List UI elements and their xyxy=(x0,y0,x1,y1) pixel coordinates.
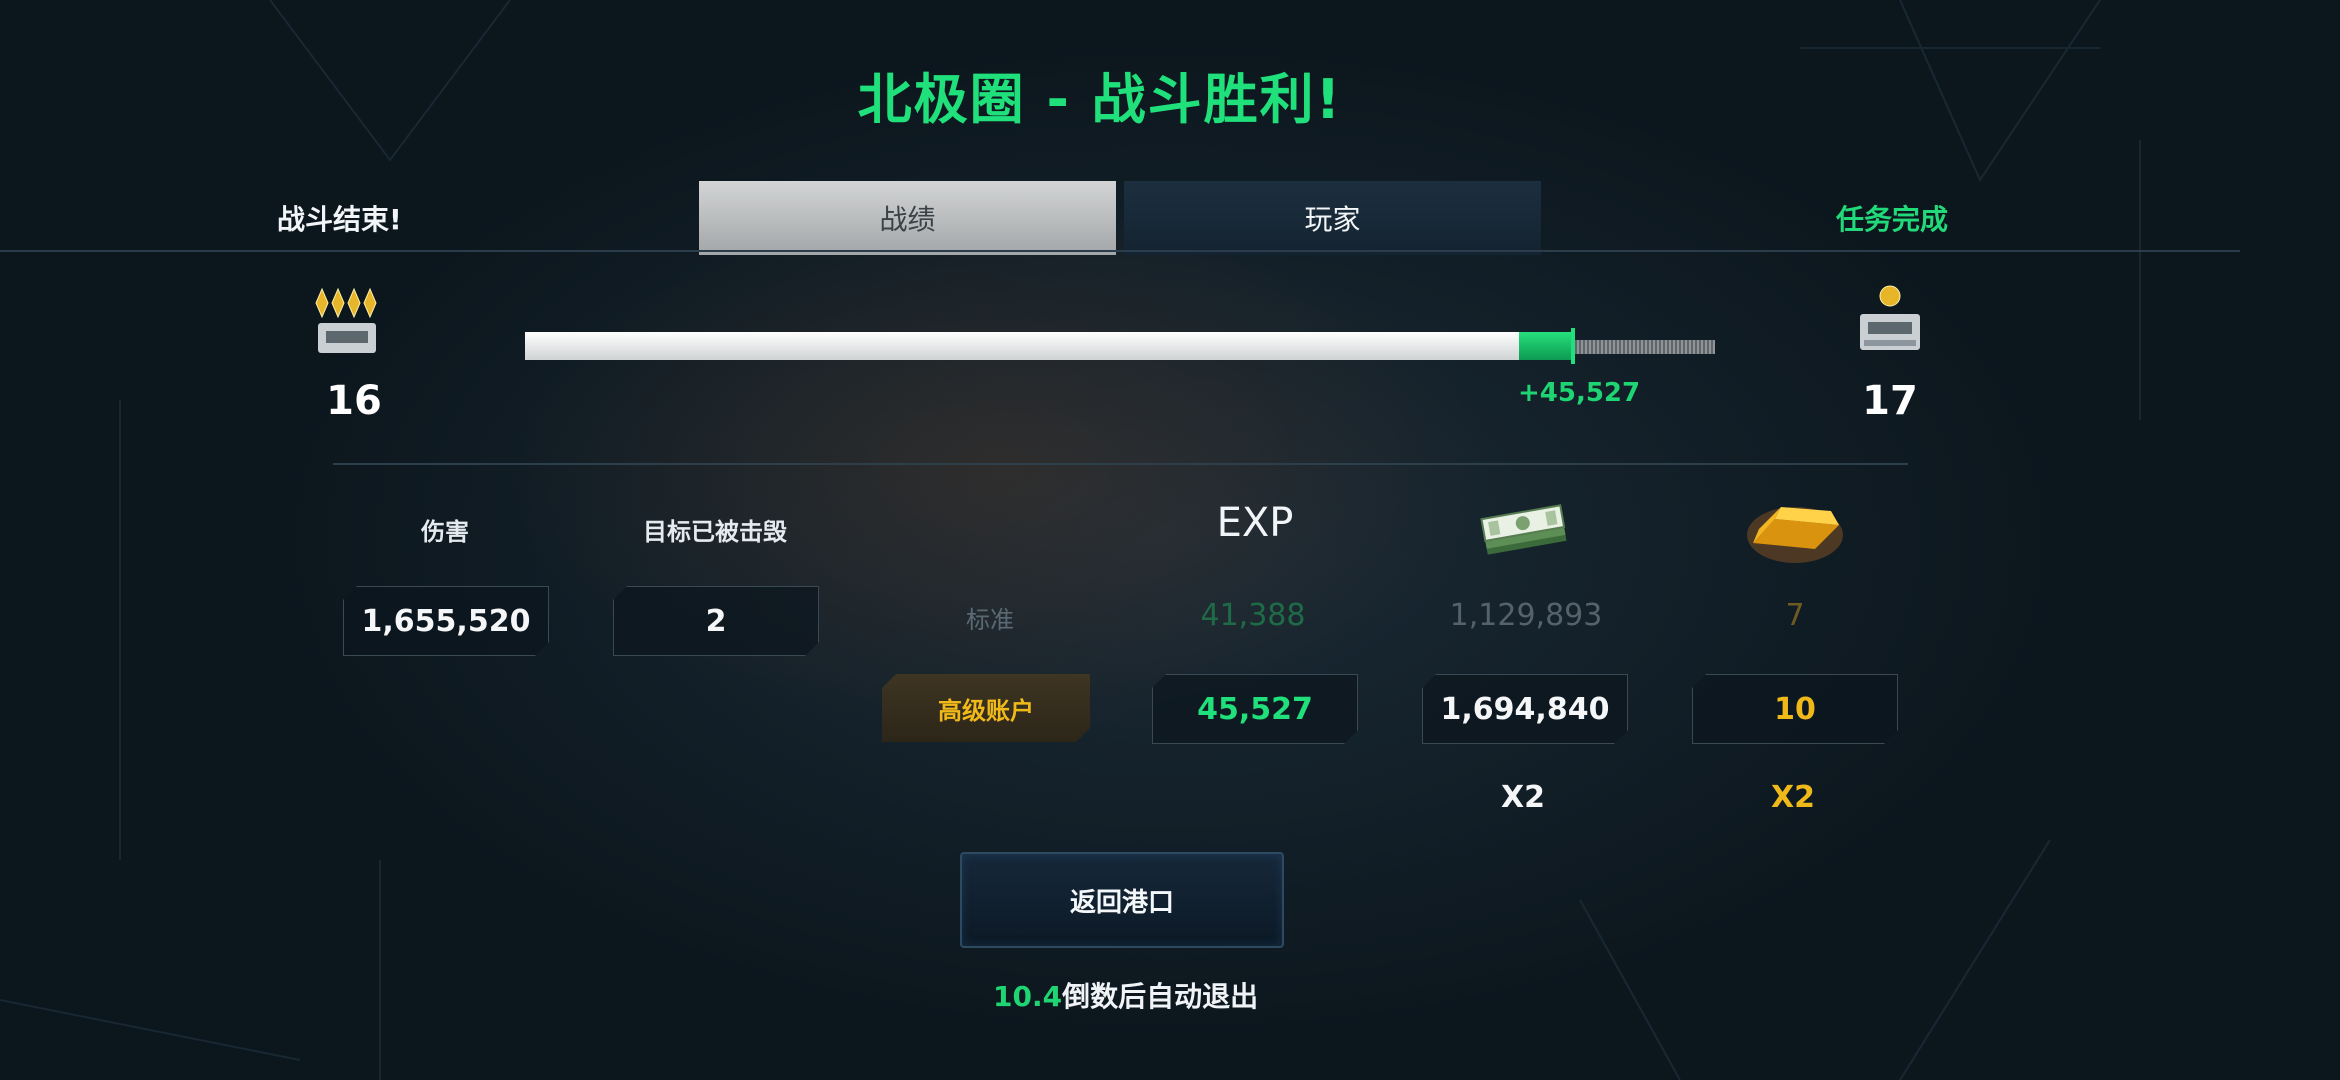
premium-exp-value: 45,527 xyxy=(1197,691,1313,727)
exp-bar-remaining xyxy=(1573,340,1715,354)
gold-multiplier: X2 xyxy=(1770,780,1815,815)
standard-cash-value: 1,129,893 xyxy=(1449,598,1603,633)
damage-value-box: 1,655,520 xyxy=(343,586,549,656)
cash-multiplier: X2 xyxy=(1500,780,1545,815)
tab-players-label: 玩家 xyxy=(1304,203,1361,236)
exp-progress-bar xyxy=(525,328,1715,364)
standard-gold-value: 7 xyxy=(1785,598,1805,633)
premium-cash-box: 1,694,840 xyxy=(1422,674,1628,744)
section-divider xyxy=(333,463,1908,465)
exp-header: EXP xyxy=(1216,500,1294,546)
battle-over-label: 战斗结束! xyxy=(277,203,402,236)
kills-value: 2 xyxy=(705,603,727,639)
header-divider xyxy=(0,250,2240,252)
tab-players[interactable]: 玩家 xyxy=(1124,181,1541,255)
page-title: 北极圈 - 战斗胜利! xyxy=(857,68,1343,131)
next-rank-icon xyxy=(1850,280,1930,364)
exp-bar-gained-fill xyxy=(1519,332,1573,360)
tab-battle-stats[interactable]: 战绩 xyxy=(699,181,1116,255)
premium-exp-box: 45,527 xyxy=(1152,674,1358,744)
premium-gold-box: 10 xyxy=(1692,674,1898,744)
countdown-seconds: 10.4 xyxy=(993,980,1063,1013)
damage-label: 伤害 xyxy=(421,518,469,546)
premium-account-label-text: 高级账户 xyxy=(938,696,1034,725)
mission-complete-label: 任务完成 xyxy=(1836,203,1949,236)
gold-bar-icon xyxy=(1745,495,1845,569)
standard-exp-value: 41,388 xyxy=(1200,598,1306,633)
return-to-port-button[interactable]: 返回港口 xyxy=(960,852,1284,948)
return-to-port-label: 返回港口 xyxy=(1069,887,1174,918)
tab-battle-stats-label: 战绩 xyxy=(879,203,936,236)
premium-gold-value: 10 xyxy=(1774,691,1816,727)
countdown-text: 倒数后自动退出 xyxy=(1062,980,1259,1013)
exp-bar-marker xyxy=(1571,328,1575,364)
current-rank-icon xyxy=(312,285,392,361)
kills-value-box: 2 xyxy=(613,586,819,656)
cash-stack-icon xyxy=(1478,500,1570,564)
auto-exit-countdown: 10.4倒数后自动退出 xyxy=(993,975,1258,1015)
current-rank-number: 16 xyxy=(326,378,382,424)
exp-gain-text: +45,527 xyxy=(1518,378,1641,408)
standard-label: 标准 xyxy=(966,606,1014,634)
kills-label: 目标已被击毁 xyxy=(643,518,787,546)
premium-cash-value: 1,694,840 xyxy=(1440,691,1610,727)
premium-account-label: 高级账户 xyxy=(882,674,1090,742)
exp-bar-previous-fill xyxy=(525,332,1519,360)
damage-value: 1,655,520 xyxy=(361,603,531,639)
next-rank-number: 17 xyxy=(1862,378,1918,424)
